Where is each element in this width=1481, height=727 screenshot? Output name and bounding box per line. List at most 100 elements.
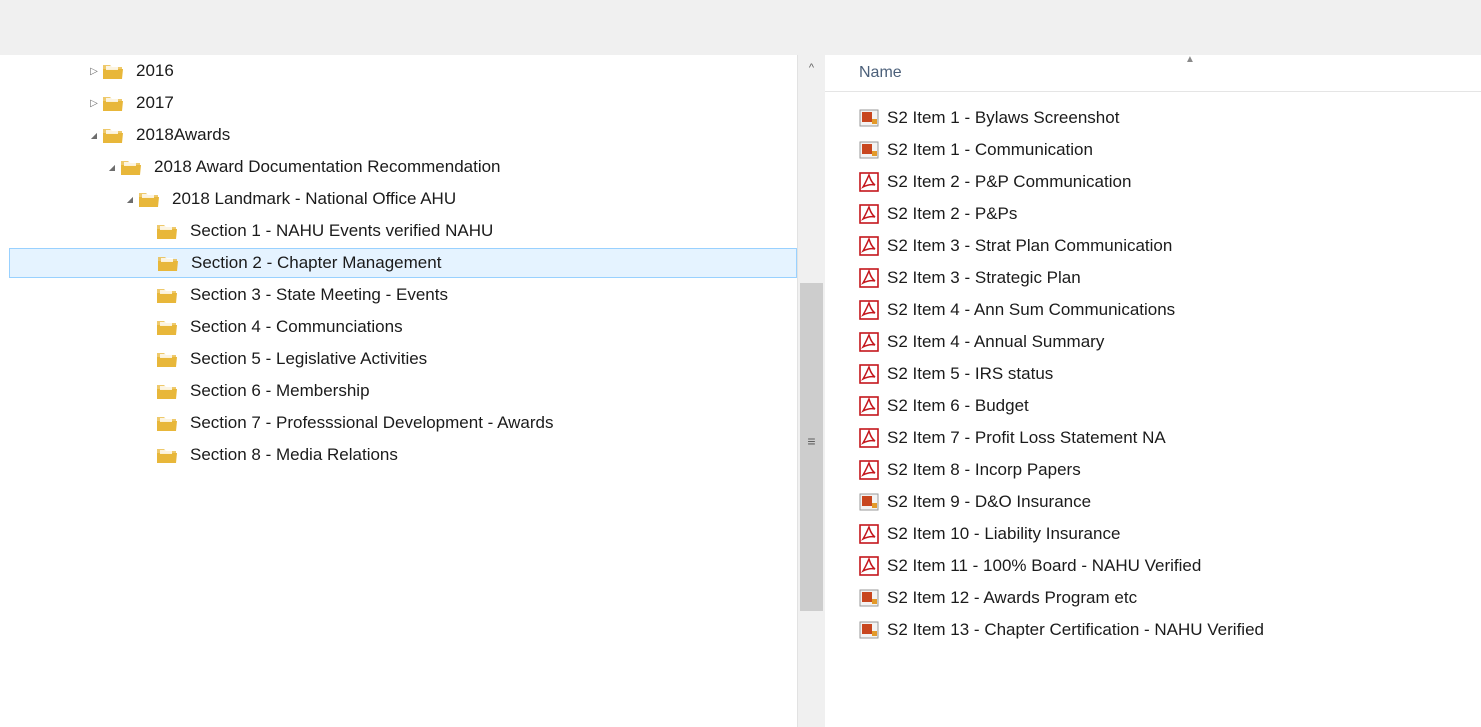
file-name: S2 Item 12 - Awards Program etc bbox=[887, 588, 1138, 607]
expand-toggle-icon[interactable]: ▷ bbox=[86, 66, 102, 77]
tree-item[interactable]: Section 2 - Chapter Management bbox=[9, 248, 797, 278]
expand-toggle-icon[interactable]: ◢ bbox=[86, 131, 102, 140]
pdf-file-icon bbox=[859, 428, 879, 448]
tree-item[interactable]: Section 7 - Professsional Development - … bbox=[140, 408, 553, 438]
tree-item[interactable]: ▷ 2017 bbox=[86, 88, 174, 118]
file-row[interactable]: S2 Item 7 - Profit Loss Statement NA bbox=[859, 423, 1166, 453]
folder-icon bbox=[156, 349, 178, 369]
top-bar bbox=[0, 0, 1481, 55]
file-name: S2 Item 1 - Bylaws Screenshot bbox=[887, 108, 1120, 127]
file-name: S2 Item 13 - Chapter Certification - NAH… bbox=[887, 620, 1264, 639]
tree-item[interactable]: ▷ 2016 bbox=[86, 56, 174, 86]
tree-item[interactable]: Section 4 - Communciations bbox=[140, 312, 403, 342]
scroll-up-arrow-icon[interactable]: ^ bbox=[798, 55, 825, 81]
file-row[interactable]: S2 Item 1 - Bylaws Screenshot bbox=[859, 103, 1119, 133]
tree-item-label: 2018 Award Documentation Recommendation bbox=[154, 157, 501, 176]
file-row[interactable]: S2 Item 3 - Strat Plan Communication bbox=[859, 231, 1172, 261]
file-name: S2 Item 9 - D&O Insurance bbox=[887, 492, 1092, 511]
file-row[interactable]: S2 Item 1 - Communication bbox=[859, 135, 1093, 165]
folder-icon bbox=[120, 157, 142, 177]
expand-toggle-icon[interactable]: ◢ bbox=[104, 163, 120, 172]
tree-item-label: Section 6 - Membership bbox=[190, 381, 370, 400]
file-name: S2 Item 5 - IRS status bbox=[887, 364, 1054, 383]
tree-item-label: 2016 bbox=[136, 61, 174, 80]
tree-item[interactable]: ◢ 2018 Award Documentation Recommendation bbox=[104, 152, 501, 182]
tree-item[interactable]: ◢ 2018 Landmark - National Office AHU bbox=[122, 184, 456, 214]
file-name: S2 Item 8 - Incorp Papers bbox=[887, 460, 1081, 479]
file-row[interactable]: S2 Item 2 - P&Ps bbox=[859, 199, 1017, 229]
pdf-file-icon bbox=[859, 172, 879, 192]
file-name: S2 Item 1 - Communication bbox=[887, 140, 1093, 159]
pdf-file-icon bbox=[859, 556, 879, 576]
expand-toggle-icon[interactable]: ◢ bbox=[122, 195, 138, 204]
pdf-file-icon bbox=[859, 236, 879, 256]
column-header: Name ▲ bbox=[825, 54, 1481, 92]
expand-toggle-icon[interactable]: ▷ bbox=[86, 98, 102, 109]
image-file-icon bbox=[859, 620, 879, 640]
file-row[interactable]: S2 Item 4 - Annual Summary bbox=[859, 327, 1104, 357]
file-name: S2 Item 4 - Ann Sum Communications bbox=[887, 300, 1176, 319]
file-row[interactable]: S2 Item 5 - IRS status bbox=[859, 359, 1053, 389]
pdf-file-icon bbox=[859, 460, 879, 480]
pdf-file-icon bbox=[859, 396, 879, 416]
tree-item[interactable]: Section 6 - Membership bbox=[140, 376, 370, 406]
file-row[interactable]: S2 Item 12 - Awards Program etc bbox=[859, 583, 1137, 613]
folder-icon bbox=[156, 317, 178, 337]
file-name: S2 Item 3 - Strategic Plan bbox=[887, 268, 1081, 287]
sort-ascending-icon: ▲ bbox=[1185, 54, 1195, 65]
navigation-scrollbar[interactable]: ^ ≡ bbox=[797, 55, 825, 727]
folder-icon bbox=[102, 93, 124, 113]
file-row[interactable]: S2 Item 11 - 100% Board - NAHU Verified bbox=[859, 551, 1201, 581]
tree-item-label: Section 4 - Communciations bbox=[190, 317, 403, 336]
file-row[interactable]: S2 Item 3 - Strategic Plan bbox=[859, 263, 1081, 293]
tree-item[interactable]: ◢ 2018Awards bbox=[86, 120, 230, 150]
folder-icon bbox=[156, 221, 178, 241]
file-name: S2 Item 7 - Profit Loss Statement NA bbox=[887, 428, 1166, 447]
tree-item[interactable]: Section 1 - NAHU Events verified NAHU bbox=[140, 216, 493, 246]
pdf-file-icon bbox=[859, 524, 879, 544]
pdf-file-icon bbox=[859, 364, 879, 384]
file-row[interactable]: S2 Item 2 - P&P Communication bbox=[859, 167, 1131, 197]
tree-item-label: Section 7 - Professsional Development - … bbox=[190, 413, 554, 432]
scroll-grip-icon: ≡ bbox=[807, 433, 816, 449]
file-name: S2 Item 10 - Liability Insurance bbox=[887, 524, 1121, 543]
image-file-icon bbox=[859, 588, 879, 608]
folder-icon bbox=[156, 381, 178, 401]
folder-icon bbox=[138, 189, 160, 209]
pdf-file-icon bbox=[859, 332, 879, 352]
tree-item-label: Section 3 - State Meeting - Events bbox=[190, 285, 448, 304]
scroll-thumb[interactable]: ≡ bbox=[800, 283, 823, 611]
image-file-icon bbox=[859, 492, 879, 512]
file-row[interactable]: S2 Item 8 - Incorp Papers bbox=[859, 455, 1081, 485]
folder-icon bbox=[156, 413, 178, 433]
file-row[interactable]: S2 Item 4 - Ann Sum Communications bbox=[859, 295, 1175, 325]
image-file-icon bbox=[859, 108, 879, 128]
tree-item[interactable]: Section 3 - State Meeting - Events bbox=[140, 280, 448, 310]
pdf-file-icon bbox=[859, 300, 879, 320]
file-row[interactable]: S2 Item 6 - Budget bbox=[859, 391, 1029, 421]
folder-icon bbox=[156, 285, 178, 305]
file-name: S2 Item 2 - P&Ps bbox=[887, 204, 1018, 223]
file-name: S2 Item 6 - Budget bbox=[887, 396, 1029, 415]
file-name: S2 Item 3 - Strat Plan Communication bbox=[887, 236, 1173, 255]
tree-item-label: Section 2 - Chapter Management bbox=[191, 253, 442, 272]
tree-item[interactable]: Section 5 - Legislative Activities bbox=[140, 344, 427, 374]
file-name: S2 Item 11 - 100% Board - NAHU Verified bbox=[887, 556, 1202, 575]
tree-item-label: Section 5 - Legislative Activities bbox=[190, 349, 428, 368]
folder-icon bbox=[102, 61, 124, 81]
tree-item-label: 2018Awards bbox=[136, 125, 231, 144]
tree-item-label: Section 8 - Media Relations bbox=[190, 445, 398, 464]
file-row[interactable]: S2 Item 9 - D&O Insurance bbox=[859, 487, 1091, 517]
tree-item-label: Section 1 - NAHU Events verified NAHU bbox=[190, 221, 494, 240]
navigation-pane: ▷ 2016 ▷ 2017 ◢ 2018Awards ◢ 2018 Award Documen… bbox=[0, 55, 797, 727]
folder-icon bbox=[102, 125, 124, 145]
image-file-icon bbox=[859, 140, 879, 160]
tree-item[interactable]: Section 8 - Media Relations bbox=[140, 440, 398, 470]
file-name: S2 Item 4 - Annual Summary bbox=[887, 332, 1105, 351]
name-column-header[interactable]: Name bbox=[859, 64, 902, 82]
folder-icon bbox=[157, 253, 179, 273]
pdf-file-icon bbox=[859, 268, 879, 288]
pdf-file-icon bbox=[859, 204, 879, 224]
file-row[interactable]: S2 Item 10 - Liability Insurance bbox=[859, 519, 1120, 549]
file-row[interactable]: S2 Item 13 - Chapter Certification - NAH… bbox=[859, 615, 1264, 645]
